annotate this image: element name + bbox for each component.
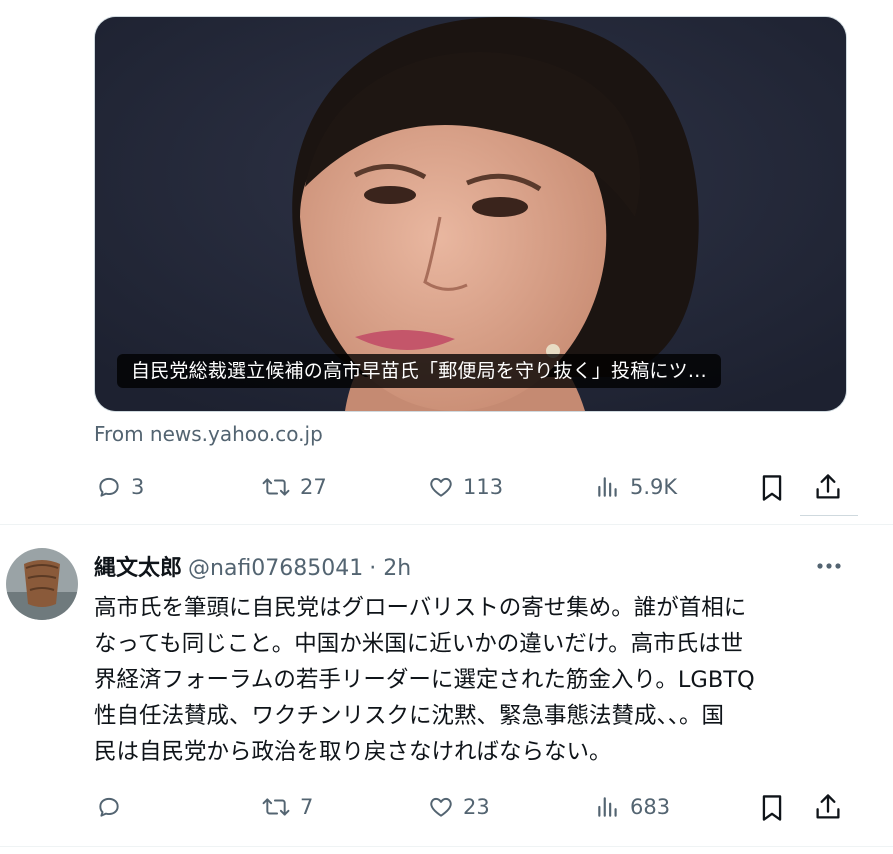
views-count: 683: [630, 795, 671, 819]
like-count: 23: [463, 795, 490, 819]
tweet-divider: [0, 846, 893, 847]
like-button[interactable]: 113: [427, 474, 503, 500]
tweet-body: 高市氏を筆頭に自民党はグローバリストの寄せ集め。誰が首相に なっても同じこと。中…: [94, 590, 854, 770]
divider: [800, 515, 858, 516]
share-button[interactable]: [814, 792, 842, 822]
views-button[interactable]: 683: [594, 794, 670, 820]
link-source[interactable]: From news.yahoo.co.jp: [94, 422, 323, 446]
views-button[interactable]: 5.9K: [594, 474, 677, 500]
more-button[interactable]: [815, 556, 843, 580]
like-button[interactable]: 23: [427, 794, 490, 820]
bookmark-icon: [762, 795, 782, 821]
link-card[interactable]: 自民党総裁選立候補の高市早苗氏「郵便局を守り抜く」投稿にツ…: [94, 16, 847, 412]
bookmark-icon: [762, 475, 782, 501]
author-handle[interactable]: @nafi07685041: [188, 556, 363, 581]
views-count: 5.9K: [630, 475, 678, 499]
repost-count: 7: [300, 795, 314, 819]
avatar-image: [6, 548, 78, 620]
tweet-body-line: 界経済フォーラムの若手リーダーに選定された筋金入り。LGBTQ: [94, 667, 755, 693]
tweet-body-line: 性自任法賛成、ワクチンリスクに沈黙、緊急事態法賛成、、。国: [94, 703, 725, 729]
heart-icon: [430, 797, 452, 817]
heart-icon: [430, 477, 452, 497]
reply-icon: [99, 797, 119, 817]
author-name[interactable]: 縄文太郎: [94, 556, 182, 581]
share-button[interactable]: [814, 472, 842, 502]
repost-button[interactable]: 7: [260, 794, 313, 820]
article-photo: [95, 17, 846, 411]
analytics-icon: [598, 477, 617, 497]
repost-icon: [262, 798, 290, 816]
tweet-body-line: 高市氏を筆頭に自民党はグローバリストの寄せ集め。誰が首相に: [94, 595, 747, 621]
tweet-header: 縄文太郎 @nafi07685041 · 2h: [94, 550, 411, 582]
link-card-caption: 自民党総裁選立候補の高市早苗氏「郵便局を守り抜く」投稿にツ…: [117, 354, 722, 388]
bookmark-button[interactable]: [758, 793, 786, 823]
repost-button[interactable]: 27: [260, 474, 327, 500]
analytics-icon: [598, 797, 617, 817]
reply-count: 3: [131, 475, 145, 499]
tweet-divider: [0, 524, 893, 525]
bookmark-button[interactable]: [758, 473, 786, 503]
share-icon: [816, 794, 840, 819]
share-icon: [816, 474, 840, 499]
reply-button[interactable]: 3: [95, 474, 144, 500]
more-dots-icon: [817, 563, 841, 569]
avatar[interactable]: [6, 548, 78, 620]
like-count: 113: [463, 475, 504, 499]
repost-icon: [262, 478, 290, 496]
reply-button[interactable]: [95, 794, 131, 820]
tweet-body-line: なっても同じこと。中国か米国に近いかの違いだけ。高市氏は世: [94, 631, 744, 657]
reply-icon: [99, 477, 119, 497]
tweet-body-line: 民は自民党から政治を取り戻さなければならない。: [94, 739, 612, 765]
timestamp[interactable]: · 2h: [369, 556, 411, 581]
repost-count: 27: [300, 475, 327, 499]
